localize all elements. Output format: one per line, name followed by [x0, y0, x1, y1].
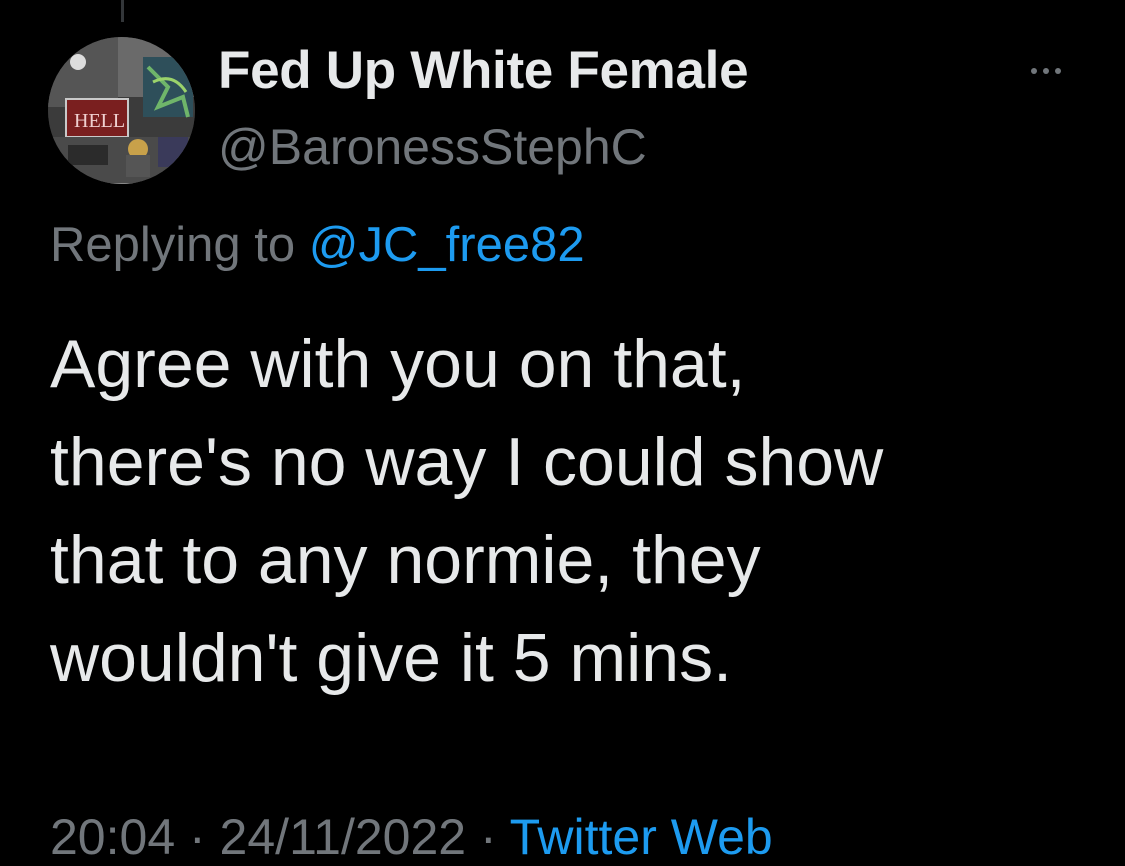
tweet-meta: 20:04 · 24/11/2022 · Twitter Web — [50, 808, 773, 866]
tweet-text-line: wouldn't give it 5 mins. — [50, 620, 732, 696]
avatar[interactable]: HELL — [48, 37, 195, 184]
display-name[interactable]: Fed Up White Female — [218, 40, 749, 101]
replying-to: Replying to @JC_free82 — [50, 217, 585, 273]
tweet-text-line: there's no way I could show — [50, 424, 884, 500]
replying-to-label: Replying to — [50, 218, 296, 272]
reply-to-handle-link[interactable]: @JC_free82 — [309, 218, 585, 272]
tweet-text: Agree with you on that, there's no way I… — [50, 315, 1090, 707]
tweet-text-line: that to any normie, they — [50, 522, 761, 598]
user-handle[interactable]: @BaronessStephC — [218, 118, 647, 176]
svg-text:HELL: HELL — [74, 110, 125, 132]
tweet-source-link[interactable]: Twitter Web — [510, 809, 773, 865]
more-options-button[interactable] — [1016, 52, 1076, 88]
thread-connector-line — [121, 0, 124, 22]
tweet-timestamp[interactable]: 20:04 · 24/11/2022 · — [50, 809, 497, 865]
tweet-text-line: Agree with you on that, — [50, 326, 746, 402]
avatar-illustration: HELL — [48, 37, 195, 184]
